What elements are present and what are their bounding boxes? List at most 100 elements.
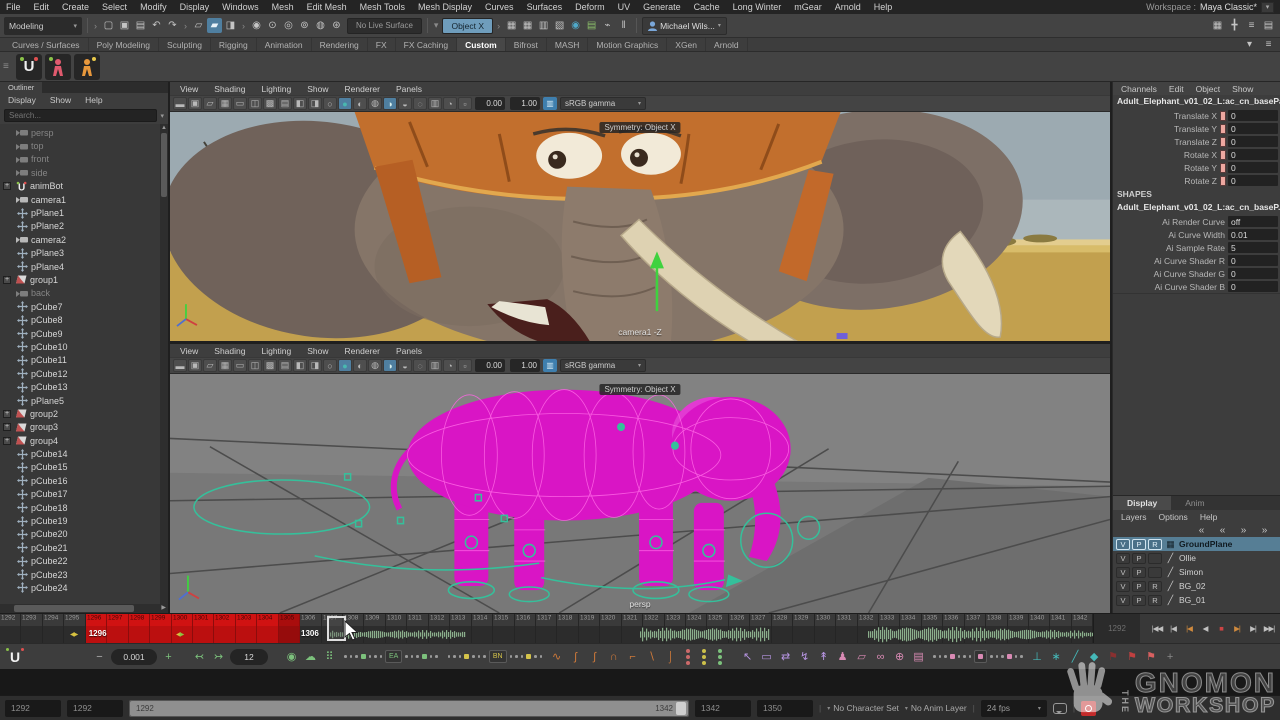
grease-pencil-icon[interactable]: ▱ <box>203 97 217 110</box>
shadows-icon[interactable]: ◑ <box>383 97 397 110</box>
camera-bookmark-icon[interactable]: ▣ <box>188 359 202 372</box>
menu-modify[interactable]: Modify <box>140 2 167 12</box>
timeline-frame-1322[interactable]: 1322 <box>643 614 664 643</box>
channelbox-menu-channels[interactable]: Channels <box>1121 84 1157 94</box>
timeline-frame-1310[interactable]: 1310 <box>386 614 407 643</box>
channel-value-field[interactable]: 0 <box>1228 136 1278 147</box>
timeline-frame-1316[interactable]: 1316 <box>515 614 536 643</box>
timeline-frame-1330[interactable]: 1330 <box>815 614 836 643</box>
expand-toggle-icon[interactable]: + <box>3 423 11 431</box>
timeline-frame-1295[interactable]: 1295 <box>64 614 85 643</box>
empty-layer-icon[interactable]: » <box>1236 523 1251 538</box>
timeline-marker-icon[interactable]: ◀▶ <box>70 631 77 638</box>
layers-menu-options[interactable]: Options <box>1159 512 1188 522</box>
use-all-lights-icon[interactable]: ◍ <box>368 359 382 372</box>
timeline-frame-1294[interactable]: 1294 <box>43 614 64 643</box>
script-editor-icon[interactable] <box>1053 703 1067 714</box>
workspace-selector[interactable]: Workspace : Maya Classic* ▾ <box>1146 2 1274 13</box>
cloud-icon[interactable]: ☁ <box>303 650 318 663</box>
tween-value-field[interactable]: 0.001 <box>111 649 157 665</box>
step-forward-key-button[interactable]: ▶| <box>1229 624 1245 633</box>
animbot-shelf-button[interactable]: U <box>16 54 42 80</box>
ease-curve-step-icon[interactable]: ⌡ <box>663 651 678 663</box>
timeline-frame-1338[interactable]: 1338 <box>986 614 1007 643</box>
workspace-dropdown-icon[interactable]: ▾ <box>1261 2 1274 13</box>
camera-bookmark-icon[interactable]: ▣ <box>188 97 202 110</box>
flag-dark-icon[interactable]: ⚑ <box>1106 650 1121 663</box>
timeline-frame-1308[interactable]: 1308 <box>343 614 364 643</box>
visibility-toggle[interactable]: V <box>1116 539 1130 550</box>
gamma-field[interactable]: 1.00 <box>510 359 540 372</box>
timeline-frame-1324[interactable]: 1324 <box>686 614 707 643</box>
undo-icon[interactable]: ↶ <box>149 18 164 33</box>
outliner-item-animbot[interactable]: +UanimBot <box>0 180 160 193</box>
field-chart-icon[interactable]: ▤ <box>278 359 292 372</box>
film-gate-icon[interactable]: ▭ <box>233 97 247 110</box>
outliner-menu-help[interactable]: Help <box>85 95 102 105</box>
resolution-gate-icon[interactable]: ◫ <box>248 97 262 110</box>
outliner-item-group3[interactable]: +group3 <box>0 421 160 434</box>
outliner-horizontal-scrollbar[interactable]: ▶ <box>0 604 168 613</box>
colorspace-dropdown[interactable]: sRGB gamma▾ <box>560 97 646 110</box>
visibility-toggle[interactable]: V <box>1116 595 1130 606</box>
collapse-arrow-icon[interactable]: › <box>94 21 97 31</box>
attribute-editor-icon[interactable]: ≡ <box>1244 18 1259 33</box>
shift-keys-right-icon[interactable]: ↣ <box>211 650 226 663</box>
viewport-menu-shading[interactable]: Shading <box>214 84 245 94</box>
menu-surfaces[interactable]: Surfaces <box>527 2 563 12</box>
humanik-icon[interactable]: ╋ <box>1227 18 1242 33</box>
power-icon[interactable]: ◉ <box>284 650 299 663</box>
expand-toggle-icon[interactable]: + <box>3 410 11 418</box>
resolution-gate-icon[interactable]: ◫ <box>248 359 262 372</box>
outliner-item-pcube19[interactable]: pCube19 <box>0 514 160 527</box>
grid-icon[interactable]: ▦ <box>218 97 232 110</box>
ease-curve-arch-icon[interactable]: ∩ <box>606 651 621 663</box>
outliner-menu-display[interactable]: Display <box>8 95 36 105</box>
animation-start-field[interactable]: 1292 <box>5 700 61 717</box>
outliner-tab[interactable]: Outliner <box>0 82 42 93</box>
timeline-frame-1333[interactable]: 1333 <box>879 614 900 643</box>
outliner-item-pcube21[interactable]: pCube21 <box>0 541 160 554</box>
persp-canvas[interactable]: Symmetry: Object X persp <box>170 374 1110 613</box>
timeline-frame-1318[interactable]: 1318 <box>557 614 578 643</box>
key-yellow-icon[interactable] <box>702 655 706 659</box>
shadows-icon[interactable]: ◑ <box>383 359 397 372</box>
menu-generate[interactable]: Generate <box>643 2 681 12</box>
outliner-item-pplane4[interactable]: pPlane4 <box>0 260 160 273</box>
grid-icon[interactable]: ▦ <box>218 359 232 372</box>
shape-channel-row-ai-curve-shader-b[interactable]: Ai Curve Shader B0 <box>1113 280 1280 293</box>
outliner-item-camera2[interactable]: camera2 <box>0 233 160 246</box>
outliner-item-pcube8[interactable]: pCube8 <box>0 313 160 326</box>
shelf-tab-xgen[interactable]: XGen <box>667 38 706 51</box>
menu-edit-mesh[interactable]: Edit Mesh <box>307 2 347 12</box>
isolate-select-icon[interactable]: ◔ <box>443 97 457 110</box>
new-layer-icon[interactable]: » <box>1257 523 1272 538</box>
playback-toggle[interactable]: P <box>1132 539 1146 550</box>
flag-bright-icon[interactable]: ⚑ <box>1144 650 1159 663</box>
step-back-frame-button[interactable]: |◀ <box>1165 624 1181 633</box>
outliner-item-pcube7[interactable]: pCube7 <box>0 300 160 313</box>
shape-channel-row-ai-curve-shader-r[interactable]: Ai Curve Shader R0 <box>1113 254 1280 267</box>
color-management-icon[interactable]: ▥ <box>543 97 557 110</box>
playback-start-field[interactable]: 1292 <box>1093 614 1140 643</box>
expand-toggle-icon[interactable]: + <box>3 276 11 284</box>
ik-pole-icon[interactable]: ⊥ <box>1030 650 1045 663</box>
xray-icon[interactable]: ▥ <box>428 359 442 372</box>
layer-row-bg-01[interactable]: VPR╱BG_01 <box>1113 593 1280 607</box>
outliner-item-side[interactable]: side <box>0 166 160 179</box>
channel-value-field[interactable]: 0 <box>1228 162 1278 173</box>
timeline-frame-1298[interactable]: 1298 <box>129 614 150 643</box>
scroll-right-icon[interactable]: ▶ <box>161 604 166 611</box>
outliner-item-persp[interactable]: persp <box>0 126 160 139</box>
exposure-field[interactable]: 0.00 <box>475 359 505 372</box>
outliner-item-group4[interactable]: +group4 <box>0 434 160 447</box>
gate-mask-icon[interactable]: ▩ <box>263 97 277 110</box>
gamma-field[interactable]: 1.00 <box>510 97 540 110</box>
world-space-icon[interactable]: ⊕ <box>892 650 907 663</box>
outliner-item-pplane1[interactable]: pPlane1 <box>0 206 160 219</box>
menu-uv[interactable]: UV <box>618 2 631 12</box>
timeline-frame-1297[interactable]: 1297 <box>107 614 128 643</box>
outliner-item-group2[interactable]: +group2 <box>0 407 160 420</box>
outliner-item-pcube18[interactable]: pCube18 <box>0 501 160 514</box>
frame-count-field[interactable]: 12 <box>230 649 268 665</box>
